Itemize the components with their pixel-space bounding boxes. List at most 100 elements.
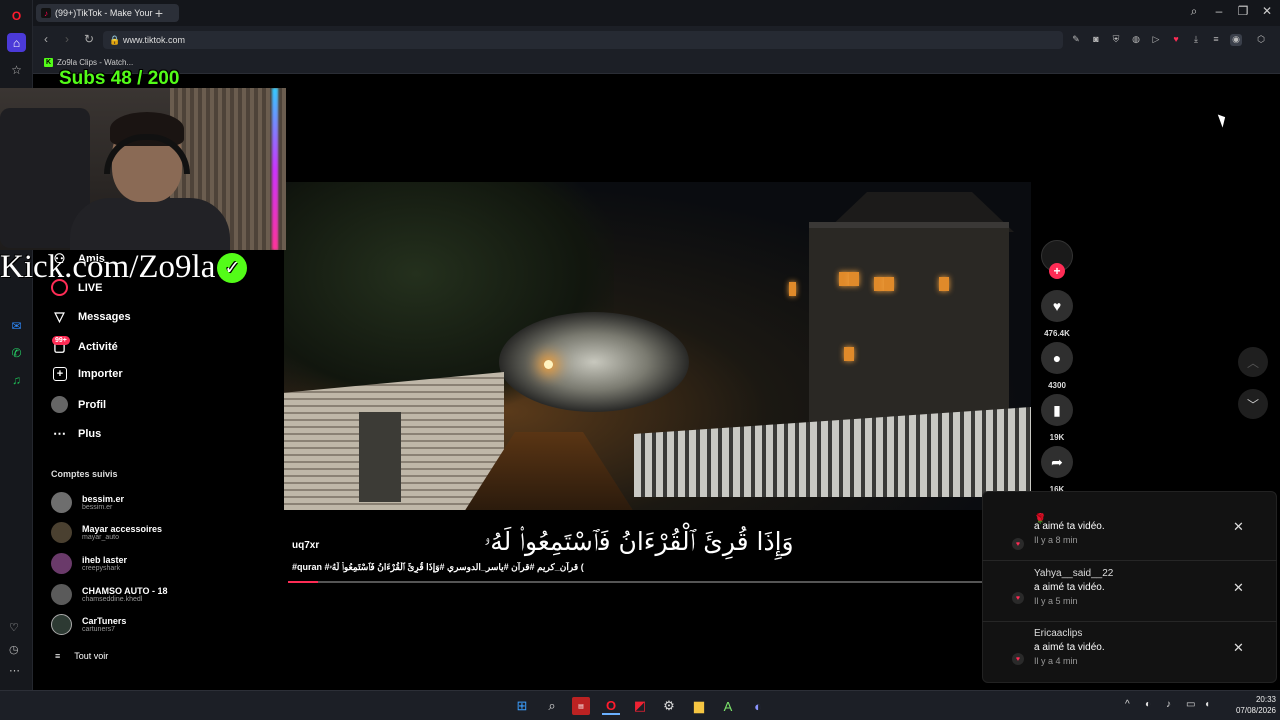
nav-label: Activité [78,340,118,353]
video-bush [499,312,689,412]
address-bar[interactable]: 🔒 www.tiktok.com [103,31,1063,49]
app-icon[interactable]: ▤ [572,697,590,715]
video-description: #quran #قرآن_كريم #قرآن #ياسر_الدوسري #و… [292,562,584,572]
nav-messages[interactable]: ▽ Messages [51,308,131,325]
nav-plus[interactable]: ⋯ Plus [51,425,101,442]
mic-icon[interactable]: ♪ [1166,699,1171,710]
player-icon[interactable]: ▷ [1150,34,1162,46]
profile-icon[interactable]: ◉ [1230,34,1242,46]
volume-icon[interactable]: ◖ [1204,699,1210,710]
back-button[interactable]: ‹ [38,32,54,46]
account-handle: cartuners7 [82,626,116,633]
share-action[interactable]: ➦ 16K [1040,446,1074,494]
nav-profil[interactable]: Profil [51,396,106,413]
folder-icon[interactable]: ▆ [690,697,708,715]
share-icon: ➦ [1041,446,1073,478]
download-icon[interactable]: ⤓ [1190,34,1202,46]
close-icon[interactable]: ✕ [1233,519,1244,535]
app-icon[interactable]: A [719,697,737,715]
heart-icon[interactable]: ♥ [1170,34,1182,46]
comment-icon: ● [1041,342,1073,374]
minimize-button[interactable]: – [1209,4,1229,18]
video-window [789,282,796,296]
history-icon[interactable]: ◷ [9,643,19,656]
next-video-button[interactable]: ﹀ [1238,389,1268,419]
followed-account[interactable]: CHAMSO AUTO - 18 chamseddine.khedl [51,584,168,605]
followed-account[interactable]: Mayar accessoires mayar_auto [51,522,162,543]
notification-item[interactable]: ♥ Yahya__said__22 a aimé ta vidéo. Il y … [982,561,1277,622]
account-name: Mayar accessoires [82,524,163,534]
notification-item[interactable]: ♥ 🌹 a aimé ta vidéo. Il y a 8 min ✕ [982,500,1277,561]
snapshot-icon[interactable]: ✎ [1070,34,1082,46]
opera-logo-icon[interactable]: O [7,6,26,25]
notification-time: Il y a 4 min [1034,656,1078,666]
video-subtitle: وَإِذَا قُرِئَ ٱلْقُرْءَانُ فَٱسْتَمِعُو… [484,527,794,556]
discord-tray-icon[interactable]: ◐ [1145,699,1151,710]
chevron-up-icon[interactable]: ^ [1125,699,1130,710]
nav-label: Messages [78,310,131,323]
menu-icon[interactable]: ≡ [1210,34,1222,46]
more-icon: ⋯ [53,425,66,441]
comment-count: 4300 [1048,381,1066,390]
nav-label: Plus [78,427,102,440]
lock-icon: 🔒 [109,34,121,45]
see-all-link[interactable]: ≡ Tout voir [55,651,108,661]
followed-account[interactable]: bessim.er bessim.er [51,492,124,513]
save-action[interactable]: ▮ 19K [1040,394,1074,442]
like-count: 476.4K [1044,329,1070,338]
url-text: www.tiktok.com [123,35,186,45]
extensions-icon[interactable]: ⬡ [1255,34,1267,46]
discord-icon[interactable]: ◐ [749,697,767,715]
whatsapp-icon[interactable]: ✆ [7,343,26,362]
save-count: 19K [1049,433,1065,442]
clock[interactable]: 20:33 07/08/2026 [1226,694,1276,716]
account-name: CarTuners [82,616,127,626]
video-window [939,277,949,291]
like-action[interactable]: ♥ 476.4K [1040,290,1074,338]
follow-button[interactable]: + [1049,263,1065,279]
maximize-button[interactable]: ❐ [1233,4,1253,18]
home-icon[interactable]: ⌂ [7,33,26,52]
webcam-led [272,88,278,250]
more-dots-icon[interactable]: ⋯ [9,664,20,677]
bookmark-label: Zo9la Clips - Watch... [57,58,134,67]
windows-start-icon[interactable]: ⊞ [513,697,531,715]
network-icon[interactable]: ▭ [1186,699,1195,710]
close-icon[interactable]: ✕ [1233,580,1244,596]
nav-importer[interactable]: + Importer [51,367,123,381]
account-name: iheb laster [82,555,128,565]
notification-user: Yahya__said__22 [1034,568,1114,579]
account-name: bessim.er [82,494,125,504]
close-window-button[interactable]: ✕ [1257,4,1277,18]
close-icon[interactable]: ✕ [1233,640,1244,656]
previous-video-button[interactable]: ︿ [1238,347,1268,377]
camera-icon[interactable]: ◙ [1090,34,1102,46]
notification-item[interactable]: ♥ Ericaaclips a aimé ta vidéo. Il y a 4 … [982,622,1277,683]
bookmark-zo9la[interactable]: K Zo9la Clips - Watch... [44,58,133,67]
messenger-icon[interactable]: ✉ [7,316,26,335]
app-icon[interactable]: ◩ [631,697,649,715]
heart-icon[interactable]: ♡ [9,621,19,634]
avatar [51,553,72,574]
settings-icon[interactable]: ⚙ [660,697,678,715]
search-icon[interactable]: ⌕ [1184,4,1204,19]
followed-account[interactable]: iheb laster creepyshark [51,553,127,574]
video-progress-bar[interactable] [288,581,1034,583]
bookmarks-icon[interactable]: ☆ [7,60,26,79]
vpn-icon[interactable]: ◍ [1130,34,1142,46]
opera-icon[interactable]: O [602,697,620,715]
followed-account[interactable]: CarTuners cartuners7 [51,614,126,635]
new-tab-button[interactable]: + [150,4,168,22]
address-row: ‹ › ↻ 🔒 www.tiktok.com ✎ ◙ ⛨ ◍ ▷ ♥ ⤓ ≡ ◉… [33,26,1280,54]
reload-button[interactable]: ↻ [81,32,97,46]
shield-icon[interactable]: ⛨ [1110,34,1122,46]
video-player[interactable] [284,182,1031,510]
spotify-icon[interactable]: ♫ [7,370,26,389]
forward-button[interactable]: › [59,32,75,46]
notification-user: Ericaaclips [1034,628,1083,639]
video-author[interactable]: uq7xr [292,540,319,551]
comment-action[interactable]: ● 4300 [1040,342,1074,390]
search-icon[interactable]: ⌕ [543,697,561,715]
video-house [809,222,1009,442]
heart-icon: ♥ [1012,592,1024,604]
